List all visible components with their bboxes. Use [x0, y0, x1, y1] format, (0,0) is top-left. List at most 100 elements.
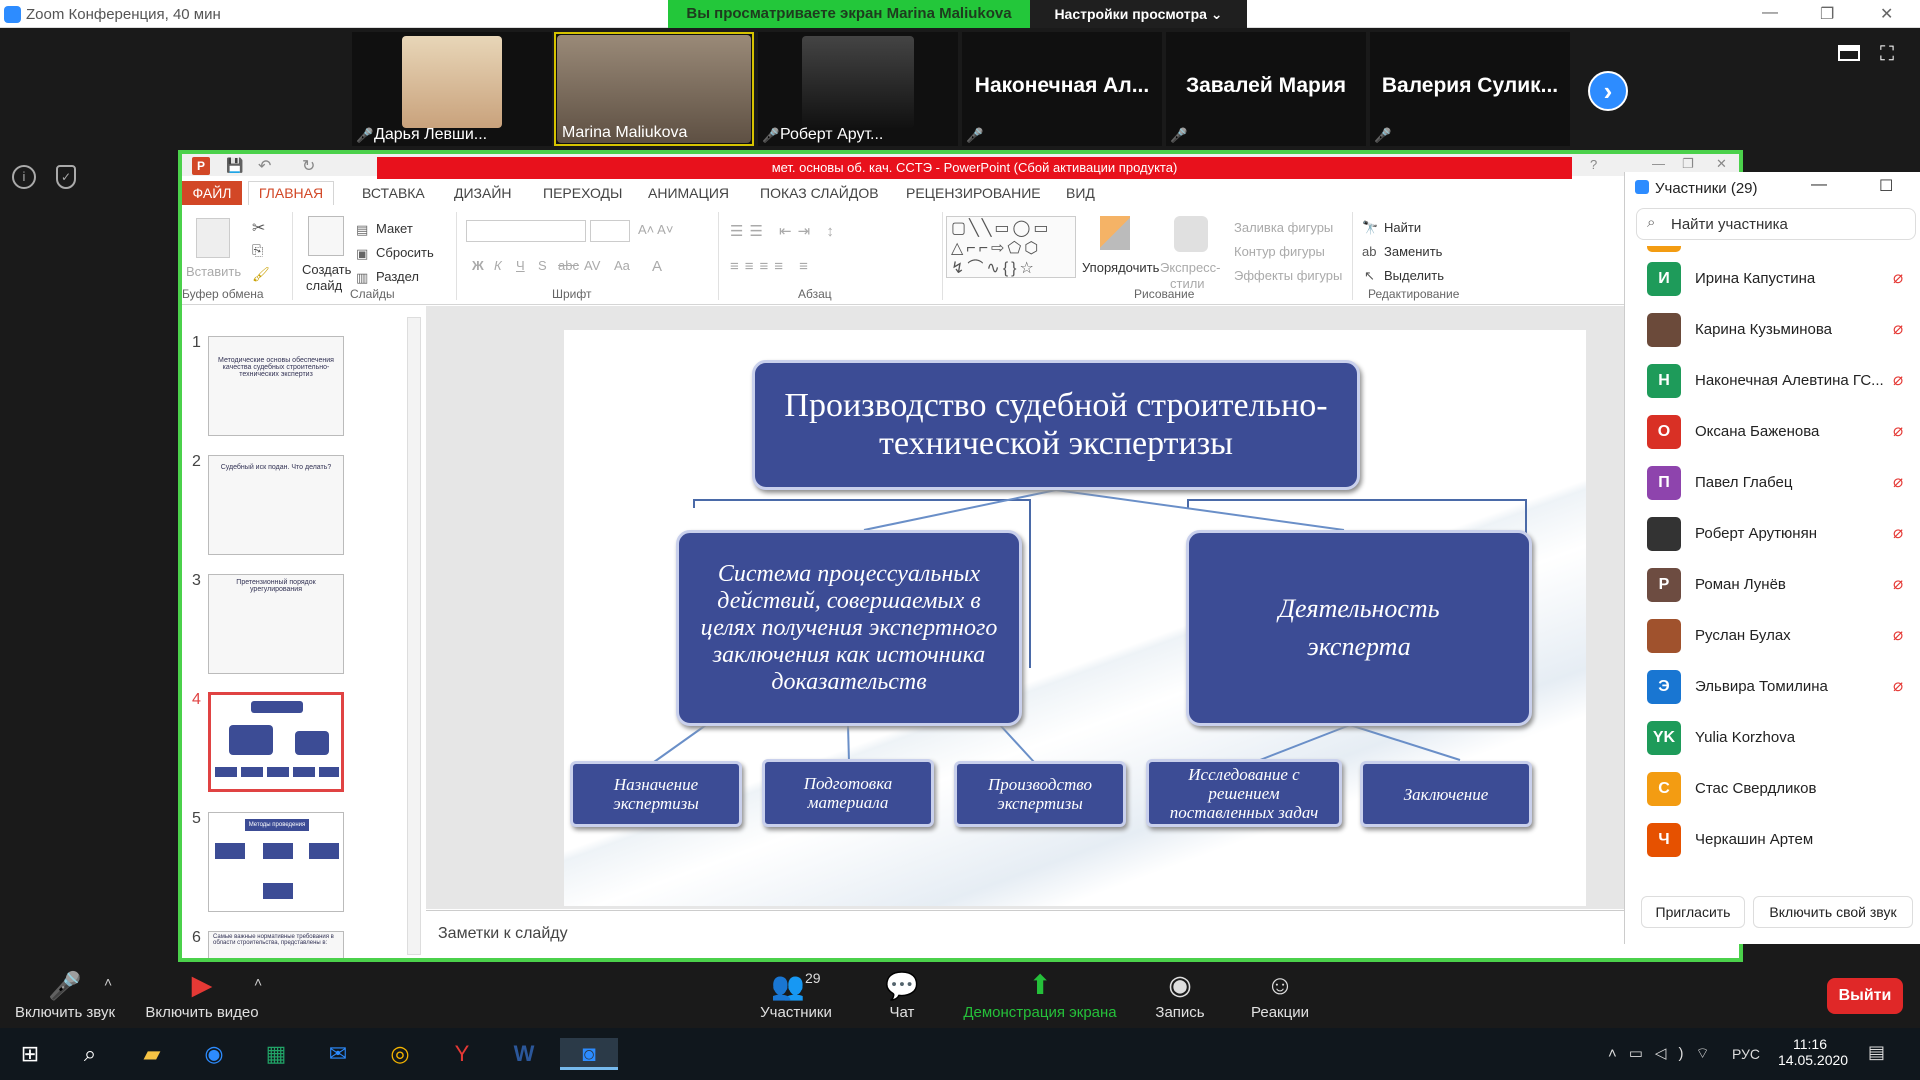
italic-icon[interactable]: К: [494, 258, 502, 273]
participant-row[interactable]: YK Yulia Korzhova: [1625, 713, 1920, 763]
select-icon[interactable]: ↖: [1364, 268, 1375, 284]
muted-mic-icon[interactable]: ⌀: [1893, 625, 1903, 645]
new-slide-icon[interactable]: [308, 216, 344, 256]
ppt-close-icon[interactable]: ✕: [1716, 156, 1727, 172]
participant-row[interactable]: И Ирина Капустина ⌀: [1625, 254, 1920, 304]
speaker-view-icon[interactable]: [1838, 45, 1860, 61]
tab-transitions[interactable]: ПЕРЕХОДЫ: [543, 182, 622, 204]
tab-review[interactable]: РЕЦЕНЗИРОВАНИЕ: [906, 182, 1041, 204]
ppt-minimize-icon[interactable]: —: [1652, 156, 1665, 171]
slide-thumbnail[interactable]: Самые важные нормативные требования в об…: [208, 931, 344, 958]
word-icon[interactable]: W: [506, 1038, 542, 1070]
participant-row[interactable]: Карина Кузьминова ⌀: [1625, 305, 1920, 355]
strikethrough-icon[interactable]: abc: [558, 258, 579, 273]
list-icons[interactable]: ☰☰ ⇤⇥ ↕: [730, 222, 840, 240]
search-taskbar-icon[interactable]: ⌕: [72, 1038, 108, 1070]
video-tile[interactable]: Наконечная Ал... 🎤: [962, 32, 1162, 146]
thumbnails-scrollbar[interactable]: [407, 317, 421, 955]
tab-view[interactable]: ВИД: [1066, 182, 1095, 204]
participant-row[interactable]: Руслан Булах ⌀: [1625, 611, 1920, 661]
font-color-icon[interactable]: A: [652, 258, 662, 275]
redo-icon[interactable]: ↻: [302, 156, 315, 176]
unmute-me-button[interactable]: Включить свой звук: [1753, 896, 1913, 928]
tab-file[interactable]: ФАЙЛ: [182, 181, 242, 205]
tab-home[interactable]: ГЛАВНАЯ: [248, 181, 334, 205]
muted-mic-icon[interactable]: ⌀: [1893, 421, 1903, 441]
leave-meeting-button[interactable]: Выйти: [1827, 978, 1903, 1014]
replace-icon[interactable]: ab: [1362, 244, 1376, 259]
restore-icon[interactable]: ❐: [1820, 4, 1834, 24]
change-case-icon[interactable]: Aa: [614, 258, 630, 273]
video-tile[interactable]: Завалей Мария 🎤: [1166, 32, 1366, 146]
paste-icon[interactable]: [196, 218, 230, 258]
participant-row[interactable]: Э Эльвира Томилина ⌀: [1625, 662, 1920, 712]
grow-font-icon[interactable]: A˄ A˅: [638, 222, 673, 237]
muted-mic-icon[interactable]: ⌀: [1893, 574, 1903, 594]
leaf-box[interactable]: Назначение экспертизы: [570, 761, 742, 827]
start-video-button[interactable]: ▶ Включить видео: [140, 970, 264, 1021]
layout-icon[interactable]: ▤: [356, 222, 368, 238]
tab-animations[interactable]: АНИМАЦИЯ: [648, 182, 729, 204]
section-icon[interactable]: ▥: [356, 270, 368, 286]
shape-fill-button[interactable]: Заливка фигуры: [1234, 220, 1333, 235]
shapes-gallery[interactable]: ▢╲╲▭◯▭ △⌐⌐⇨⬠⬡ ↯⌒∿{}☆: [946, 216, 1076, 278]
video-tile[interactable]: 🎤 Дарья Левши...: [352, 32, 552, 146]
participant-row[interactable]: П Павел Глабец ⌀: [1625, 458, 1920, 508]
right-branch-box[interactable]: Деятельность эксперта: [1186, 530, 1532, 726]
undo-icon[interactable]: ↶: [258, 156, 271, 176]
tab-design[interactable]: ДИЗАЙН: [454, 182, 512, 204]
cut-icon[interactable]: ✂: [252, 218, 265, 238]
participant-row[interactable]: С Стас Свердликов: [1625, 764, 1920, 814]
participant-search-input[interactable]: ⌕ Найти участника: [1636, 208, 1916, 240]
leaf-box[interactable]: Заключение: [1360, 761, 1532, 827]
panel-popout-icon[interactable]: ☐: [1879, 176, 1893, 196]
view-options-button[interactable]: Настройки просмотра ⌄: [1030, 0, 1247, 28]
muted-mic-icon[interactable]: ⌀: [1893, 370, 1903, 390]
shield-icon[interactable]: ✓: [56, 165, 76, 189]
help-icon[interactable]: ?: [1590, 157, 1597, 172]
fullscreen-icon[interactable]: ⛶: [1880, 43, 1894, 66]
format-painter-icon[interactable]: 🖌: [252, 266, 270, 283]
close-icon[interactable]: ✕: [1880, 4, 1893, 24]
leaf-box[interactable]: Подготовка материала: [762, 759, 934, 827]
slide-thumbnail[interactable]: Методы проведения ССТЭ: [208, 812, 344, 912]
notifications-icon[interactable]: ▤: [1868, 1042, 1885, 1063]
video-options-chevron-icon[interactable]: ˄: [254, 974, 262, 990]
file-explorer-icon[interactable]: ▰: [134, 1038, 170, 1070]
notes-pane[interactable]: Заметки к слайду: [426, 910, 1739, 958]
slide-thumbnail[interactable]: Методические основы обеспечения качества…: [208, 336, 344, 436]
next-videos-button[interactable]: ›: [1588, 71, 1628, 111]
invite-button[interactable]: Пригласить: [1641, 896, 1745, 928]
clock[interactable]: 11:16 14.05.2020: [1778, 1036, 1848, 1068]
video-tile[interactable]: Валерия Сулик... 🎤: [1370, 32, 1570, 146]
tab-slideshow[interactable]: ПОКАЗ СЛАЙДОВ: [760, 182, 879, 204]
char-spacing-icon[interactable]: AV: [584, 258, 600, 273]
quick-styles-icon[interactable]: [1174, 216, 1208, 252]
current-slide[interactable]: Производство судебной строительно-технич…: [564, 330, 1586, 906]
reset-icon[interactable]: ▣: [356, 246, 368, 262]
app-icon[interactable]: ◉: [196, 1038, 232, 1070]
mail-icon[interactable]: ✉: [320, 1038, 356, 1070]
bold-icon[interactable]: Ж: [472, 258, 484, 273]
reset-button[interactable]: Сбросить: [376, 245, 434, 260]
chrome-icon[interactable]: ◎: [382, 1038, 418, 1070]
ppt-restore-icon[interactable]: ❐: [1682, 156, 1694, 172]
participant-row[interactable]: Р Роман Лунёв ⌀: [1625, 560, 1920, 610]
shape-effects-button[interactable]: Эффекты фигуры: [1234, 268, 1342, 283]
muted-mic-icon[interactable]: ⌀: [1893, 472, 1903, 492]
leaf-box[interactable]: Производство экспертизы: [954, 761, 1126, 827]
record-button[interactable]: ◉ Запись: [1148, 970, 1212, 1021]
app-icon[interactable]: ▦: [258, 1038, 294, 1070]
participant-row[interactable]: Ч Черкашин Артем: [1625, 815, 1920, 865]
participant-row[interactable]: Роберт Арутюнян ⌀: [1625, 509, 1920, 559]
muted-mic-icon[interactable]: ⌀: [1893, 268, 1903, 288]
muted-mic-icon[interactable]: ⌀: [1893, 319, 1903, 339]
chat-button[interactable]: 💬 Чат: [870, 970, 934, 1021]
leaf-box[interactable]: Исследование с решением поставленных зад…: [1146, 759, 1342, 827]
participant-row[interactable]: О Оксана Баженова ⌀: [1625, 407, 1920, 457]
minimize-icon[interactable]: —: [1762, 4, 1778, 22]
slide-thumbnail-selected[interactable]: [208, 692, 344, 792]
video-tile-active-speaker[interactable]: Marina Maliukova: [554, 32, 754, 146]
shape-outline-button[interactable]: Контур фигуры: [1234, 244, 1325, 259]
slide-thumbnail[interactable]: Претензионный порядок урегулирования: [208, 574, 344, 674]
